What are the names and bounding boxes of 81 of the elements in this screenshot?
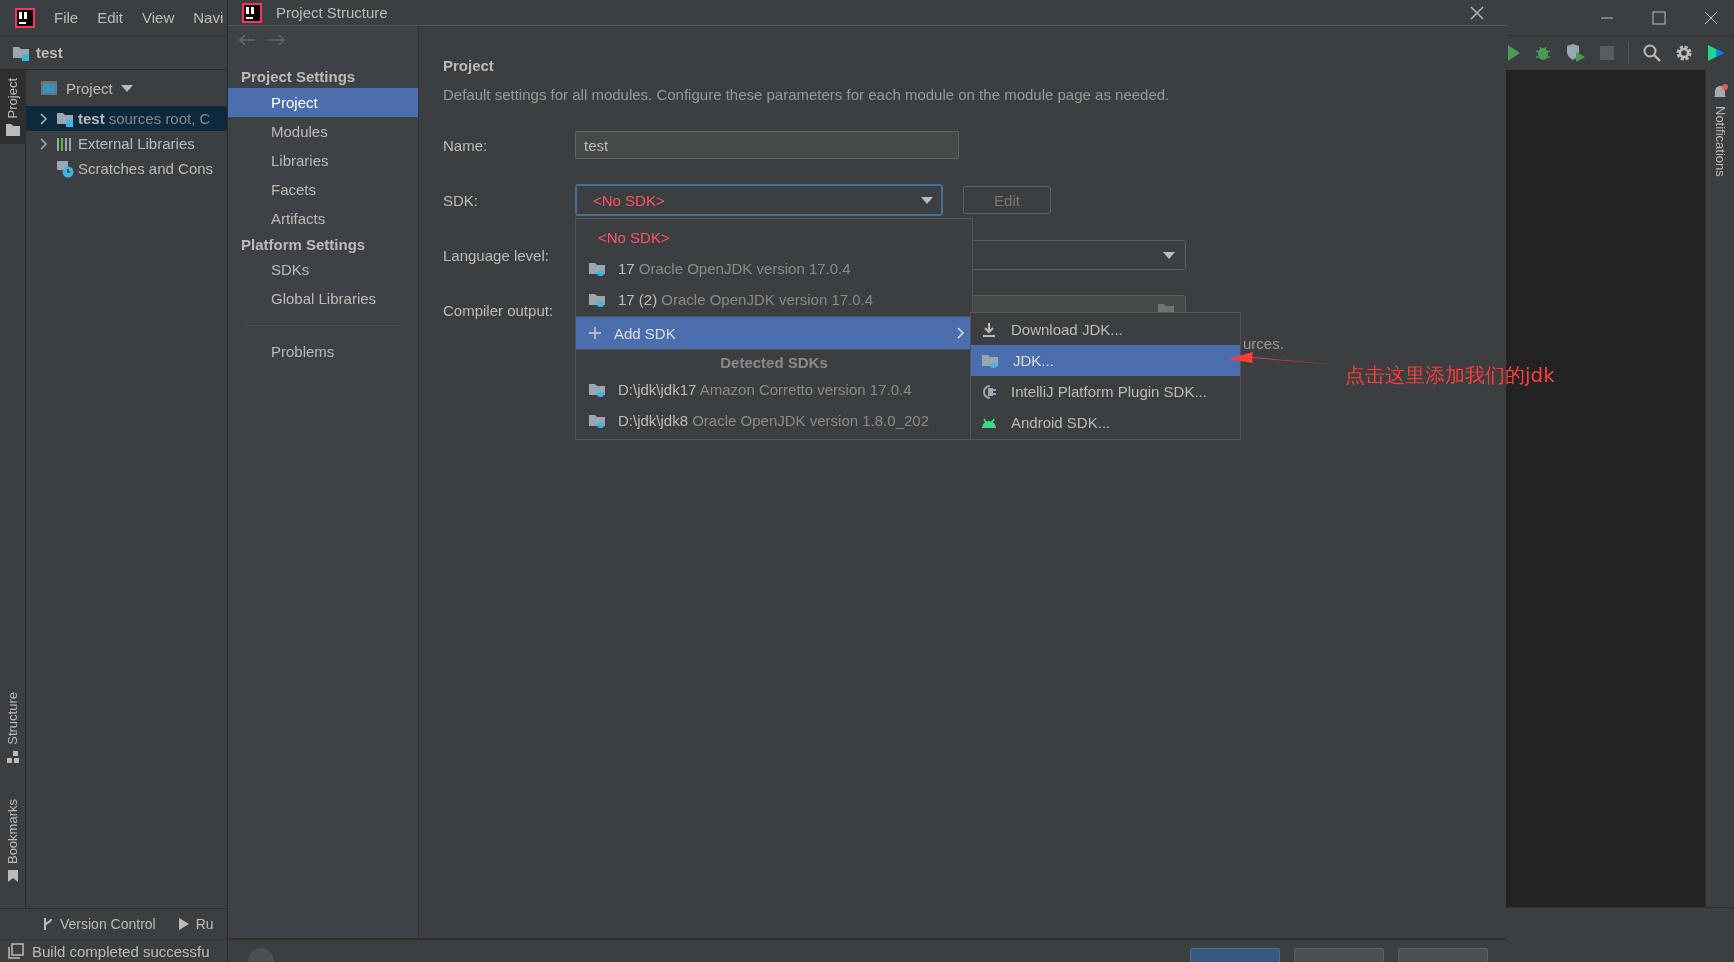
module-folder-icon bbox=[56, 110, 74, 127]
scratch-clock-icon bbox=[56, 159, 74, 178]
field-label: SDK: bbox=[443, 191, 479, 209]
run-icon bbox=[177, 917, 190, 931]
sidebar-item[interactable]: Project bbox=[228, 88, 418, 117]
dialog-title: Project Structure bbox=[276, 4, 389, 21]
menu-item[interactable]: 17 Oracle OpenJDK version 17.0.4 bbox=[576, 253, 972, 284]
sidebar-item[interactable]: Artifacts bbox=[228, 204, 418, 233]
section-heading: Project Settings bbox=[240, 66, 357, 87]
menu-item[interactable]: Add SDK bbox=[576, 316, 972, 349]
structure-icon bbox=[6, 750, 19, 763]
page-title: Project bbox=[443, 56, 495, 76]
menu-item[interactable]: 17 (2) Oracle OpenJDK version 17.0.4 bbox=[576, 284, 972, 315]
bell-icon[interactable] bbox=[1712, 84, 1728, 100]
bug-icon[interactable] bbox=[1534, 44, 1552, 62]
field-label: Compiler output: bbox=[443, 301, 555, 319]
sdk-dropdown[interactable]: <No SDK> bbox=[575, 184, 943, 216]
tool-window-tab[interactable]: Project bbox=[0, 70, 25, 145]
run-icon[interactable] bbox=[1508, 45, 1520, 61]
tree-row[interactable]: Scratches and Cons bbox=[26, 156, 227, 181]
close-icon[interactable] bbox=[1470, 5, 1484, 20]
dropdown-arrow-icon bbox=[1163, 251, 1175, 259]
page-description: Default settings for all modules. Configure these parameters for each module on the module page as needed. bbox=[443, 85, 1171, 105]
branch-icon bbox=[42, 917, 54, 931]
project-name: test bbox=[36, 44, 63, 61]
tree-row[interactable]: test sources root, C bbox=[26, 106, 227, 131]
sidebar-item[interactable]: Global Libraries bbox=[228, 284, 418, 313]
app-logo-icon bbox=[15, 7, 35, 28]
tool-window-tab[interactable]: Version Control bbox=[42, 916, 156, 932]
hint-text: urces. bbox=[1243, 335, 1284, 352]
menu-item[interactable]: Download JDK... bbox=[971, 314, 1240, 345]
panel-title[interactable]: Project bbox=[66, 79, 113, 97]
tool-window-tab[interactable]: Ru bbox=[177, 916, 214, 932]
dropdown-arrow-icon[interactable] bbox=[120, 84, 133, 92]
sidebar-item[interactable]: Problems bbox=[228, 337, 418, 366]
library-icon bbox=[56, 135, 74, 152]
folder-icon bbox=[5, 124, 20, 137]
tool-window-tab[interactable]: Notifications bbox=[1712, 106, 1728, 177]
sidebar-item[interactable]: SDKs bbox=[228, 255, 418, 284]
plug-icon bbox=[981, 383, 997, 400]
menu-item[interactable]: View bbox=[142, 9, 175, 26]
tool-window-tab[interactable]: Structure bbox=[0, 684, 25, 771]
plus-icon bbox=[588, 326, 602, 340]
menu-item[interactable]: Android SDK... bbox=[971, 407, 1240, 438]
menu-item[interactable]: IntelliJ Platform Plugin SDK... bbox=[971, 376, 1240, 407]
sidebar-item[interactable]: Libraries bbox=[228, 146, 418, 175]
sidebar-item[interactable]: Facets bbox=[228, 175, 418, 204]
jdk-folder-icon bbox=[981, 352, 999, 369]
menu-item[interactable]: File bbox=[54, 9, 79, 26]
field-label: Language level: bbox=[443, 246, 550, 264]
section-heading: Platform Settings bbox=[240, 234, 367, 255]
settings-icon[interactable] bbox=[1675, 44, 1693, 62]
close-icon[interactable] bbox=[1704, 10, 1718, 25]
search-icon[interactable] bbox=[1643, 44, 1661, 62]
menu-item[interactable]: Edit bbox=[97, 9, 124, 26]
status-message: Build completed successfu bbox=[32, 942, 210, 960]
maximize-icon[interactable] bbox=[1652, 10, 1666, 25]
menu-item[interactable]: Navi bbox=[193, 9, 224, 26]
jdk-folder-icon bbox=[588, 291, 606, 308]
jdk-folder-icon bbox=[588, 381, 606, 398]
menu-item[interactable]: D:\jdk\jdk17 Amazon Corretto version 17.0.4 bbox=[576, 374, 972, 405]
toolbox-logo-icon[interactable] bbox=[1707, 44, 1725, 62]
annotation-text: 点击这里添加我们的jdk bbox=[1345, 362, 1555, 389]
dialog-logo-icon bbox=[242, 2, 262, 23]
dropdown-arrow-icon bbox=[921, 196, 933, 204]
field-label: Name: bbox=[443, 136, 489, 154]
jdk-folder-icon bbox=[588, 260, 606, 277]
menu-item[interactable]: <No SDK> bbox=[576, 222, 972, 253]
download-icon bbox=[981, 321, 997, 338]
menu-item[interactable]: JDK... bbox=[971, 345, 1240, 376]
coverage-icon[interactable] bbox=[1566, 44, 1586, 62]
bookmark-icon bbox=[6, 870, 19, 882]
tool-window-tab[interactable]: Bookmarks bbox=[0, 790, 25, 890]
sidebar-item[interactable]: Modules bbox=[228, 117, 418, 146]
window-icon bbox=[40, 80, 58, 96]
name-field[interactable]: test bbox=[575, 131, 959, 159]
panel-toggle-icon[interactable] bbox=[8, 943, 24, 959]
menu-item[interactable]: D:\jdk\jdk8 Oracle OpenJDK version 1.8.0_202 bbox=[576, 405, 972, 436]
jdk-folder-icon bbox=[588, 412, 606, 429]
tree-row[interactable]: External Libraries bbox=[26, 131, 227, 156]
project-folder-icon bbox=[12, 44, 30, 61]
